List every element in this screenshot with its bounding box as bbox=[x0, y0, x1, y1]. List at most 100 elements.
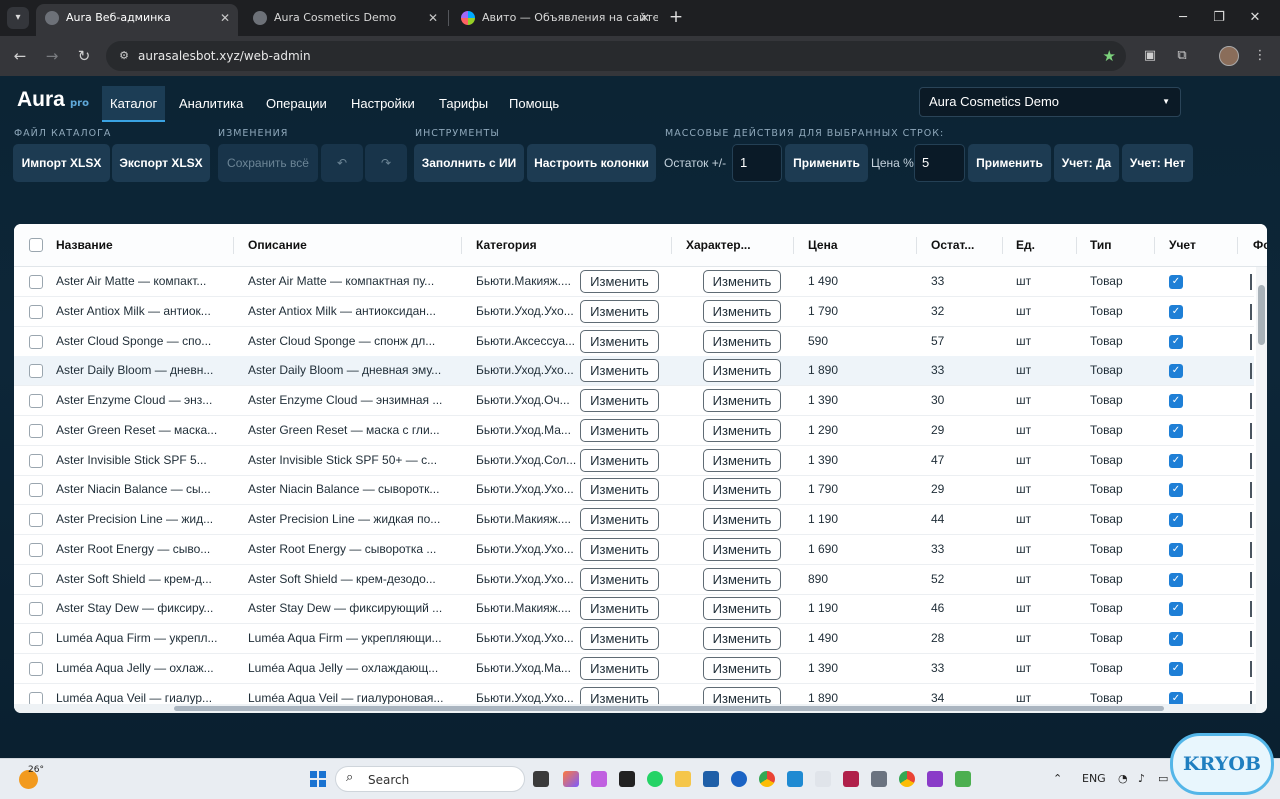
cell-type[interactable]: Товар bbox=[1090, 386, 1150, 415]
accounting-checkbox[interactable]: ✓ bbox=[1169, 483, 1183, 498]
nav-analytics[interactable]: Аналитика bbox=[171, 86, 251, 122]
edit-category-button[interactable]: Изменить bbox=[580, 597, 659, 621]
cell-name[interactable]: Aster Antiox Milk — антиок... bbox=[56, 297, 226, 326]
table-row[interactable]: Aster Antiox Milk — антиок... Aster Antio… bbox=[14, 297, 1254, 327]
edit-category-button[interactable]: Изменить bbox=[580, 299, 659, 323]
col-price[interactable]: Цена bbox=[808, 224, 908, 267]
cell-name[interactable]: Aster Enzyme Cloud — энз... bbox=[56, 386, 226, 415]
import-xlsx-button[interactable]: Импорт XLSX bbox=[13, 144, 110, 182]
cell-price[interactable]: 1 390 bbox=[808, 386, 908, 415]
cell-type[interactable]: Товар bbox=[1090, 446, 1150, 475]
extensions-icon[interactable]: ⧉ bbox=[1170, 44, 1194, 68]
app-icon[interactable] bbox=[703, 771, 719, 787]
cell-category[interactable]: Бьюти.Макияж.... bbox=[476, 267, 580, 296]
cell-category[interactable]: Бьюти.Уход.Ухо... bbox=[476, 535, 580, 564]
browser-menu-icon[interactable]: ⋮ bbox=[1248, 44, 1272, 68]
cell-price[interactable]: 1 390 bbox=[808, 654, 908, 683]
accounting-checkbox[interactable]: ✓ bbox=[1169, 364, 1183, 379]
table-row[interactable]: Aster Stay Dew — фиксиру... Aster Stay De… bbox=[14, 594, 1254, 625]
row-checkbox[interactable] bbox=[29, 275, 43, 289]
row-checkbox[interactable] bbox=[29, 334, 43, 349]
cell-category[interactable]: Бьюти.Уход.Ма... bbox=[476, 654, 580, 683]
cell-unit[interactable]: шт bbox=[1016, 475, 1066, 504]
cell-stock[interactable]: 44 bbox=[931, 505, 991, 534]
cell-price[interactable]: 1 890 bbox=[808, 356, 908, 385]
cell-description[interactable]: Luméa Aqua Firm — укрепляющи... bbox=[248, 624, 456, 653]
address-bar[interactable]: ⚙ aurasalesbot.xyz/web-admin ★ bbox=[106, 41, 1126, 71]
close-icon[interactable]: ✕ bbox=[428, 4, 438, 32]
tray-chevron-up-icon[interactable]: ⌃ bbox=[1053, 771, 1062, 787]
cell-type[interactable]: Товар bbox=[1090, 654, 1150, 683]
cell-category[interactable]: Бьюти.Уход.Ухо... bbox=[476, 356, 580, 385]
edit-category-button[interactable]: Изменить bbox=[580, 270, 659, 293]
accounting-checkbox[interactable]: ✓ bbox=[1169, 423, 1183, 438]
cell-stock[interactable]: 52 bbox=[931, 565, 991, 594]
file-explorer-icon[interactable] bbox=[675, 771, 691, 787]
apply-price-button[interactable]: Применить bbox=[968, 144, 1051, 182]
row-checkbox[interactable] bbox=[29, 394, 43, 408]
col-category[interactable]: Категория bbox=[476, 224, 666, 267]
cell-price[interactable]: 1 390 bbox=[808, 446, 908, 475]
cell-stock[interactable]: 47 bbox=[931, 446, 991, 475]
chrome-icon[interactable] bbox=[759, 771, 775, 787]
column-divider[interactable] bbox=[461, 237, 462, 254]
table-row[interactable]: Aster Enzyme Cloud — энз... Aster Enzyme … bbox=[14, 386, 1254, 416]
table-row[interactable]: Aster Root Energy — сыво... Aster Root En… bbox=[14, 535, 1254, 565]
select-all-checkbox[interactable] bbox=[29, 238, 43, 252]
column-divider[interactable] bbox=[1237, 237, 1238, 254]
cell-description[interactable]: Aster Green Reset — маска с гли... bbox=[248, 416, 456, 445]
copilot-icon[interactable] bbox=[563, 771, 579, 787]
table-row[interactable]: Aster Precision Line — жид... Aster Preci… bbox=[14, 505, 1254, 535]
cell-stock[interactable]: 33 bbox=[931, 267, 991, 296]
app-icon[interactable] bbox=[955, 771, 971, 787]
setup-columns-button[interactable]: Настроить колонки bbox=[527, 144, 656, 182]
accounting-no-button[interactable]: Учет: Нет bbox=[1122, 144, 1193, 182]
table-row[interactable]: Aster Invisible Stick SPF 5... Aster Invi… bbox=[14, 446, 1254, 476]
cell-type[interactable]: Товар bbox=[1090, 267, 1150, 296]
vertical-scrollbar[interactable] bbox=[1256, 267, 1267, 713]
cell-price[interactable]: 1 290 bbox=[808, 416, 908, 445]
terminal-icon[interactable] bbox=[619, 771, 635, 787]
edit-category-button[interactable]: Изменить bbox=[580, 359, 659, 383]
cell-price[interactable]: 1 790 bbox=[808, 297, 908, 326]
cell-stock[interactable]: 29 bbox=[931, 416, 991, 445]
column-divider[interactable] bbox=[1002, 237, 1003, 254]
cell-description[interactable]: Aster Stay Dew — фиксирующий ... bbox=[248, 594, 456, 623]
forward-icon[interactable]: → bbox=[40, 44, 64, 68]
browser-tab-aura-demo[interactable]: Aura Cosmetics Demo ✕ bbox=[244, 4, 446, 32]
accounting-checkbox[interactable]: ✓ bbox=[1169, 542, 1183, 557]
nav-pricing[interactable]: Тарифы bbox=[431, 86, 496, 122]
scrollbar-thumb[interactable] bbox=[174, 706, 1164, 711]
cell-category[interactable]: Бьюти.Уход.Оч... bbox=[476, 386, 580, 415]
cell-price[interactable]: 1 190 bbox=[808, 505, 908, 534]
cell-description[interactable]: Aster Precision Line — жидкая по... bbox=[248, 505, 456, 534]
cell-stock[interactable]: 29 bbox=[931, 475, 991, 504]
cell-description[interactable]: Aster Root Energy — сыворотка ... bbox=[248, 535, 456, 564]
cell-type[interactable]: Товар bbox=[1090, 297, 1150, 326]
table-row[interactable]: Aster Air Matte — компакт... Aster Air Ma… bbox=[14, 267, 1254, 297]
accounting-checkbox[interactable]: ✓ bbox=[1169, 304, 1183, 319]
cell-unit[interactable]: шт bbox=[1016, 654, 1066, 683]
cell-unit[interactable]: шт bbox=[1016, 386, 1066, 415]
cell-unit[interactable]: шт bbox=[1016, 416, 1066, 445]
cell-description[interactable]: Aster Daily Bloom — дневная эму... bbox=[248, 356, 456, 385]
wifi-icon[interactable]: ◔ bbox=[1118, 771, 1128, 787]
accounting-checkbox[interactable]: ✓ bbox=[1169, 632, 1183, 646]
accounting-checkbox[interactable]: ✓ bbox=[1169, 275, 1183, 289]
browser-tab-avito[interactable]: Авито — Объявления на сайте ✕ bbox=[452, 4, 658, 32]
app-icon[interactable] bbox=[843, 771, 859, 787]
cell-name[interactable]: Luméa Aqua Firm — укрепл... bbox=[56, 624, 226, 653]
cell-price[interactable]: 1 790 bbox=[808, 475, 908, 504]
edit-category-button[interactable]: Изменить bbox=[580, 627, 659, 650]
cell-name[interactable]: Aster Green Reset — маска... bbox=[56, 416, 226, 445]
edit-characteristics-button[interactable]: Изменить bbox=[703, 389, 781, 412]
store-selector[interactable]: Aura Cosmetics Demo ▼ bbox=[919, 87, 1181, 117]
row-checkbox[interactable] bbox=[29, 542, 43, 557]
edit-characteristics-button[interactable]: Изменить bbox=[703, 478, 781, 502]
col-characteristics[interactable]: Характер... bbox=[686, 224, 786, 267]
table-row[interactable]: Aster Daily Bloom — дневн... Aster Daily … bbox=[14, 356, 1254, 387]
table-row[interactable]: Aster Niacin Balance — сы... Aster Niacin… bbox=[14, 475, 1254, 506]
restore-icon[interactable]: ❐ bbox=[1206, 6, 1232, 30]
accounting-checkbox[interactable]: ✓ bbox=[1169, 513, 1183, 527]
edit-category-button[interactable]: Изменить bbox=[580, 567, 659, 591]
